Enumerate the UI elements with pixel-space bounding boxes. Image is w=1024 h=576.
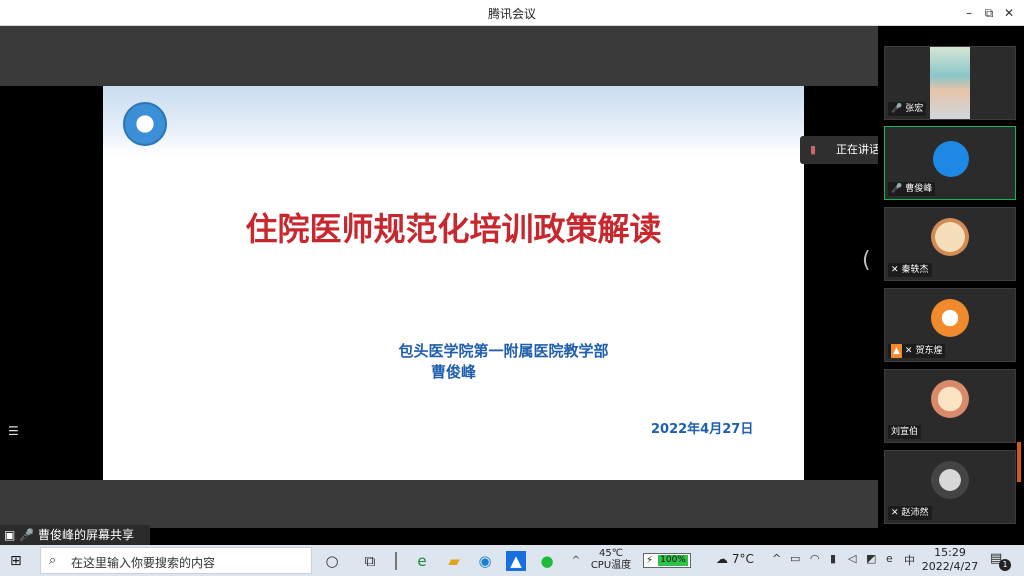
participant-tile[interactable]: 🎤 张宏 [884,46,1016,120]
participant-label: 刘宣伯 [888,425,922,439]
shared-slide: 住院医师规范化培训政策解读 包头医学院第一附属医院教学部 曹俊峰 2022年4月… [103,86,804,480]
participant-sidebar: 🎤 张宏 🎤 曹俊峰 ✕ 秦轶杰 ▲ ✕ 贺东煌 刘宣伯 ✕ 赵沛然 [878,26,1024,545]
microphone-icon[interactable]: ▮ [830,552,836,565]
edge-tray-icon[interactable]: e [886,552,893,565]
notification-badge: 1 [999,559,1011,571]
mic-icon: 🎤 [891,184,903,194]
participant-tile-active[interactable]: 🎤 曹俊峰 [884,126,1016,200]
file-explorer-icon[interactable]: ▰ [444,551,464,571]
participant-label: 🎤 曹俊峰 [888,182,936,196]
battery-percent: 100% [660,555,686,565]
clock[interactable]: 15:29 2022/4/27 [920,546,980,574]
battery-indicator: ⚡ 100% [643,553,691,568]
plug-icon: ⚡ [646,555,654,566]
avatar [931,299,969,337]
taskbar-search[interactable]: ⌕ 在这里输入你要搜索的内容 [40,547,312,574]
cpu-temperature: 45℃ CPU温度 [590,548,632,572]
title-bar: 腾讯会议 – ⧉ ✕ [0,0,1024,26]
stage-top-band [0,26,878,86]
cpu-temp-value: 45℃ [599,548,623,559]
restore-button[interactable]: ⧉ [978,3,1000,23]
speaker-icon: ▮ [810,143,817,156]
member-list-icon[interactable]: ☰ [8,424,22,438]
cortana-icon[interactable]: ○ [322,551,342,571]
participant-label: 🎤 张宏 [888,102,927,116]
participant-label: ✕ 秦轶杰 [888,263,932,277]
mic-icon: 🎤 [891,104,903,114]
edge-browser-icon[interactable]: ◉ [475,551,495,571]
clock-date: 2022/4/27 [921,560,979,573]
share-label: ▣ 🎤 曹俊峰的屏幕共享 [0,525,150,545]
user-icon: ▲ [891,344,902,358]
ime-indicator[interactable]: 中 [904,552,915,568]
avatar [931,461,969,499]
search-placeholder: 在这里输入你要搜索的内容 [71,556,216,570]
stage-bottom-band [0,480,878,528]
cloud-icon: ☁ [716,552,728,566]
ie-browser-icon[interactable]: e [412,551,432,571]
weather[interactable]: ☁ 7°C [716,552,754,566]
participant-tile[interactable]: ✕ 赵沛然 [884,450,1016,524]
sidebar-scrollbar[interactable] [1017,442,1021,482]
minimize-button[interactable]: – [958,3,980,23]
share-stage: 住院医师规范化培训政策解读 包头医学院第一附属医院教学部 曹俊峰 2022年4月… [0,26,878,545]
windows-start-icon[interactable]: ⊞ [10,553,26,569]
volume-icon[interactable]: ◁ [848,552,856,565]
slide-sky-banner [103,86,804,156]
participant-tile[interactable]: 刘宣伯 [884,369,1016,443]
tencent-meeting-icon[interactable]: ▲ [506,551,526,571]
search-icon: ⌕ [49,553,57,568]
clock-time: 15:29 [934,546,966,559]
wechat-icon[interactable]: ● [537,551,557,571]
participant-tile[interactable]: ✕ 秦轶杰 [884,207,1016,281]
close-button[interactable]: ✕ [998,3,1020,23]
participant-video [930,47,970,119]
notification-icon[interactable]: ▤ 1 [990,551,1011,571]
slide-date: 2022年4月27日 [651,422,754,437]
mic-muted-icon: ✕ [904,346,913,356]
slide-title: 住院医师规范化培训政策解读 [245,210,662,248]
share-label-text: 曹俊峰的屏幕共享 [37,528,134,542]
chevron-up-icon[interactable]: ^ [566,551,586,571]
wifi-icon[interactable]: ◠ [810,552,820,565]
taskbar: ⊞ ⌕ 在这里输入你要搜索的内容 ○ ⧉ e ▰ ◉ ▲ ● ^ 45℃ CPU… [0,545,1024,576]
share-mic-icon: 🎤 [19,528,35,542]
avatar [931,380,969,418]
window-title: 腾讯会议 [487,7,536,21]
task-view-icon[interactable]: ⧉ [360,551,380,571]
screen-share-icon: ▣ [4,528,16,542]
cpu-temp-label: CPU温度 [590,560,632,571]
battery-tray-icon[interactable]: ▭ [790,552,800,565]
weather-temp: 7°C [731,552,754,566]
participant-label: ▲ ✕ 贺东煌 [888,344,946,358]
tray-app-icon[interactable]: ◩ [866,552,876,565]
participant-tile[interactable]: ▲ ✕ 贺东煌 [884,288,1016,362]
slide-organization: 包头医学院第一附属医院教学部 [398,342,609,360]
taskbar-separator [395,552,397,570]
mic-muted-icon: ✕ [891,508,899,518]
tray-expand-icon[interactable]: ^ [772,552,781,565]
participant-avatar [933,141,969,177]
slide-presenter: 曹俊峰 [430,363,476,381]
school-logo-icon [123,102,167,146]
participant-label: ✕ 赵沛然 [888,506,932,520]
mic-muted-icon: ✕ [891,265,899,275]
avatar [931,218,969,256]
sidebar-toggle-icon[interactable]: ( [862,248,872,288]
